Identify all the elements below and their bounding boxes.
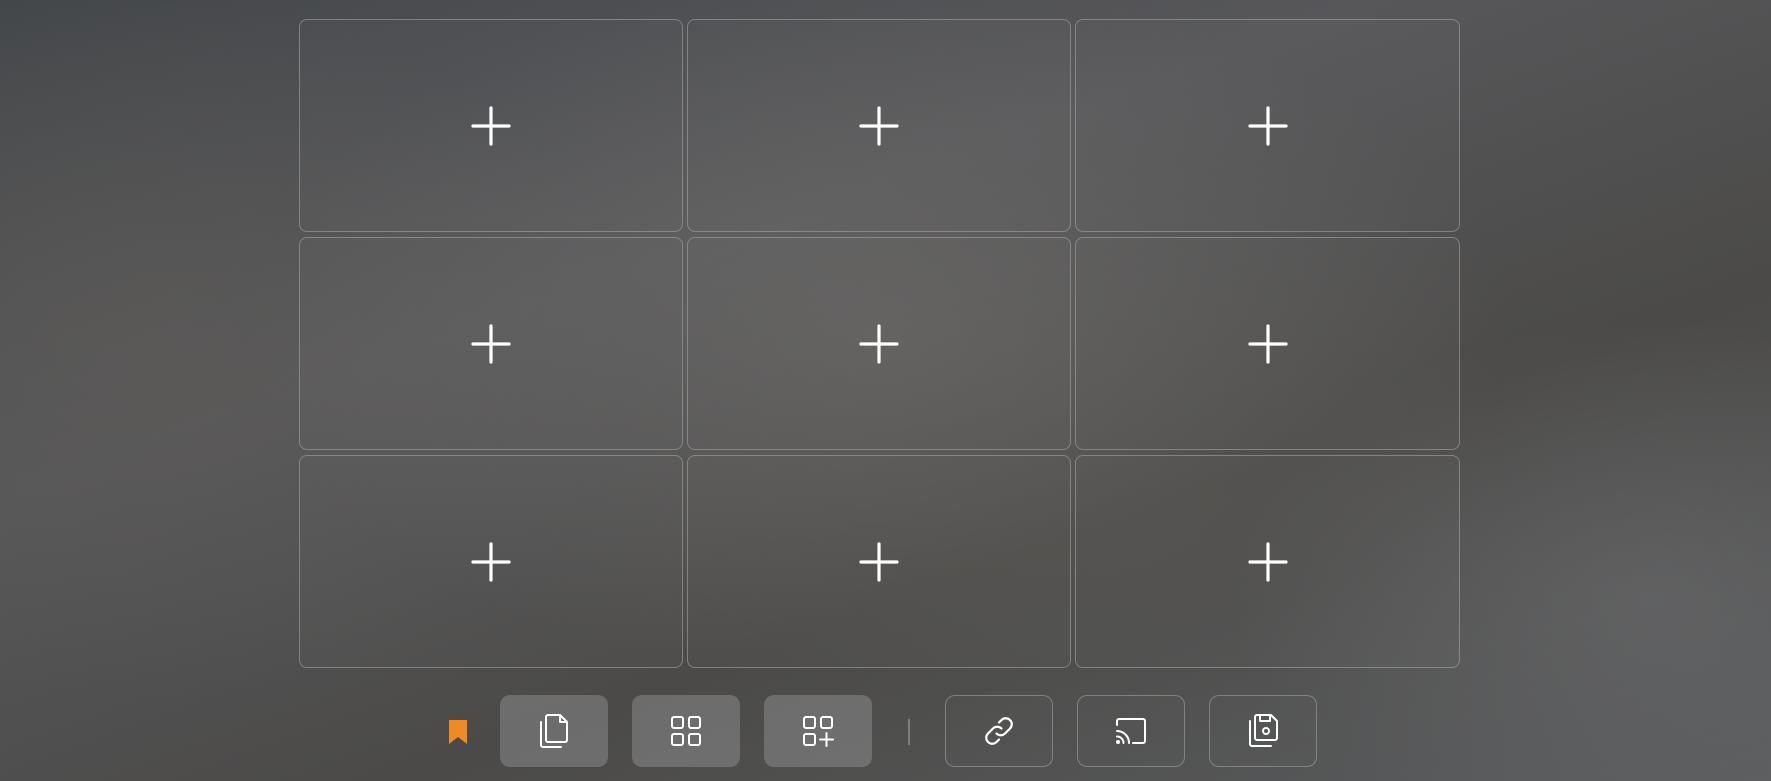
grid-add-icon [803,716,834,747]
empty-tile-slot[interactable] [1075,455,1460,668]
plus-icon [471,105,511,146]
copy-pages-button[interactable] [500,695,608,767]
plus-icon [1247,323,1288,364]
plus-icon [859,323,899,364]
bottom-toolbar [0,695,1771,769]
bookmark-icon[interactable] [448,719,468,745]
empty-tile-slot[interactable] [687,455,1071,668]
copy-pages-icon [540,714,568,748]
plus-icon [1247,105,1288,146]
empty-tile-slot[interactable] [299,455,683,668]
empty-tile-slot[interactable] [299,19,683,232]
grid-layout-icon [671,716,701,746]
link-button[interactable] [945,695,1053,767]
grid-add-button[interactable] [764,695,872,767]
cast-icon [1116,718,1146,744]
plus-icon [1247,541,1288,582]
empty-tile-slot[interactable] [1075,19,1460,232]
empty-tile-slot[interactable] [687,19,1071,232]
empty-tile-slot[interactable] [687,237,1071,450]
plus-icon [471,323,511,364]
grid-layout-button[interactable] [632,695,740,767]
plus-icon [859,541,899,582]
save-copies-button[interactable] [1209,695,1317,767]
save-copies-icon [1249,714,1278,747]
empty-tile-slot[interactable] [299,237,683,450]
tile-grid [299,19,1460,668]
link-icon [985,717,1013,745]
toolbar-divider [908,719,910,745]
cast-button[interactable] [1077,695,1185,767]
empty-tile-slot[interactable] [1075,237,1460,450]
plus-icon [471,541,511,582]
plus-icon [859,105,899,146]
